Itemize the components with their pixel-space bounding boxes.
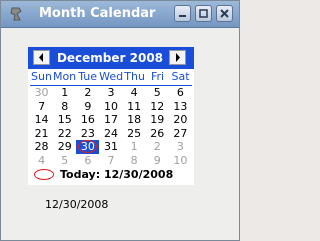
day-cell[interactable]: 23 — [76, 127, 99, 141]
day-cell[interactable]: 7 — [30, 100, 53, 114]
app-window: Month Calendar December 2008 Sun Mon Tue… — [0, 0, 240, 241]
maximize-button[interactable] — [195, 5, 212, 22]
day-cell[interactable]: 8 — [53, 100, 76, 114]
day-cell[interactable]: 27 — [169, 127, 192, 141]
day-cell[interactable]: 22 — [53, 127, 76, 141]
day-cell[interactable]: 5 — [53, 154, 76, 168]
today-link[interactable]: Today: 12/30/2008 — [28, 167, 194, 183]
day-cell[interactable]: 1 — [53, 86, 76, 100]
day-cell[interactable]: 17 — [99, 113, 122, 127]
day-cell[interactable]: 10 — [99, 100, 122, 114]
day-cell-selected[interactable]: 30 — [76, 140, 100, 154]
day-cell[interactable]: 21 — [30, 127, 53, 141]
arrow-left-icon — [39, 53, 43, 62]
day-cell[interactable]: 8 — [123, 154, 146, 168]
day-cell[interactable]: 2 — [146, 140, 169, 154]
day-cell[interactable]: 12 — [146, 100, 169, 114]
weekday-label: Sun — [31, 70, 52, 83]
day-cell[interactable]: 14 — [30, 113, 53, 127]
weekday-header-row: Sun Mon Tue Wed Thu Fri Sat — [30, 69, 192, 86]
day-cell[interactable]: 4 — [123, 86, 146, 100]
day-cell[interactable]: 18 — [123, 113, 146, 127]
weekday-label: Tue — [78, 70, 98, 83]
maximize-icon — [199, 9, 208, 18]
window-title: Month Calendar — [39, 6, 156, 21]
day-cell[interactable]: 11 — [123, 100, 146, 114]
day-cell[interactable]: 7 — [99, 154, 122, 168]
day-cell[interactable]: 1 — [123, 140, 146, 154]
day-cell[interactable]: 28 — [30, 140, 53, 154]
day-cell[interactable]: 20 — [169, 113, 192, 127]
minimize-icon — [179, 15, 186, 17]
app-icon — [10, 7, 22, 21]
close-icon — [220, 9, 229, 18]
today-label: Today: 12/30/2008 — [60, 168, 174, 181]
day-cell[interactable]: 3 — [169, 140, 192, 154]
title-bar[interactable]: Month Calendar — [1, 1, 239, 28]
today-circle-icon — [34, 169, 54, 180]
selected-date-text: 12/30/2008 — [45, 198, 109, 211]
day-cell[interactable]: 4 — [30, 154, 53, 168]
day-cell[interactable]: 19 — [146, 113, 169, 127]
day-cell[interactable]: 24 — [99, 127, 122, 141]
month-year-label[interactable]: December 2008 — [54, 51, 166, 65]
day-cell[interactable]: 6 — [169, 86, 192, 100]
day-cell[interactable]: 5 — [146, 86, 169, 100]
day-cell[interactable]: 25 — [123, 127, 146, 141]
next-month-button[interactable] — [169, 50, 186, 65]
day-cell[interactable]: 15 — [53, 113, 76, 127]
day-cell[interactable]: 6 — [76, 154, 99, 168]
day-grid: 30 1 2 3 4 5 6 7 8 9 10 11 12 13 14 15 16 17 18 19 20 21 22 23 2… — [30, 86, 192, 167]
weekday-label: Wed — [99, 70, 124, 83]
day-cell[interactable]: 16 — [76, 113, 99, 127]
day-cell[interactable]: 9 — [146, 154, 169, 168]
weekday-label: Thu — [124, 70, 145, 83]
day-cell[interactable]: 2 — [76, 86, 99, 100]
minimize-button[interactable] — [174, 5, 191, 22]
previous-month-button[interactable] — [33, 50, 50, 65]
close-button[interactable] — [216, 5, 233, 22]
weekday-label: Sat — [171, 70, 190, 83]
day-cell[interactable]: 31 — [99, 140, 122, 154]
day-cell[interactable]: 26 — [146, 127, 169, 141]
calendar-body: Sun Mon Tue Wed Thu Fri Sat 30 1 2 3 4 5 6 7 8 9 10 11 12 1… — [28, 69, 194, 185]
weekday-label: Fri — [150, 70, 165, 83]
day-cell[interactable]: 29 — [53, 140, 76, 154]
day-cell[interactable]: 9 — [76, 100, 99, 114]
calendar-header: December 2008 — [28, 47, 194, 69]
day-cell[interactable]: 13 — [169, 100, 192, 114]
day-cell[interactable]: 3 — [99, 86, 122, 100]
month-calendar: December 2008 Sun Mon Tue Wed Thu Fri Sat 30 1 2… — [28, 47, 194, 185]
arrow-right-icon — [176, 53, 180, 62]
weekday-label: Mon — [52, 70, 77, 83]
day-cell[interactable]: 30 — [30, 86, 53, 100]
day-cell[interactable]: 10 — [169, 154, 192, 168]
